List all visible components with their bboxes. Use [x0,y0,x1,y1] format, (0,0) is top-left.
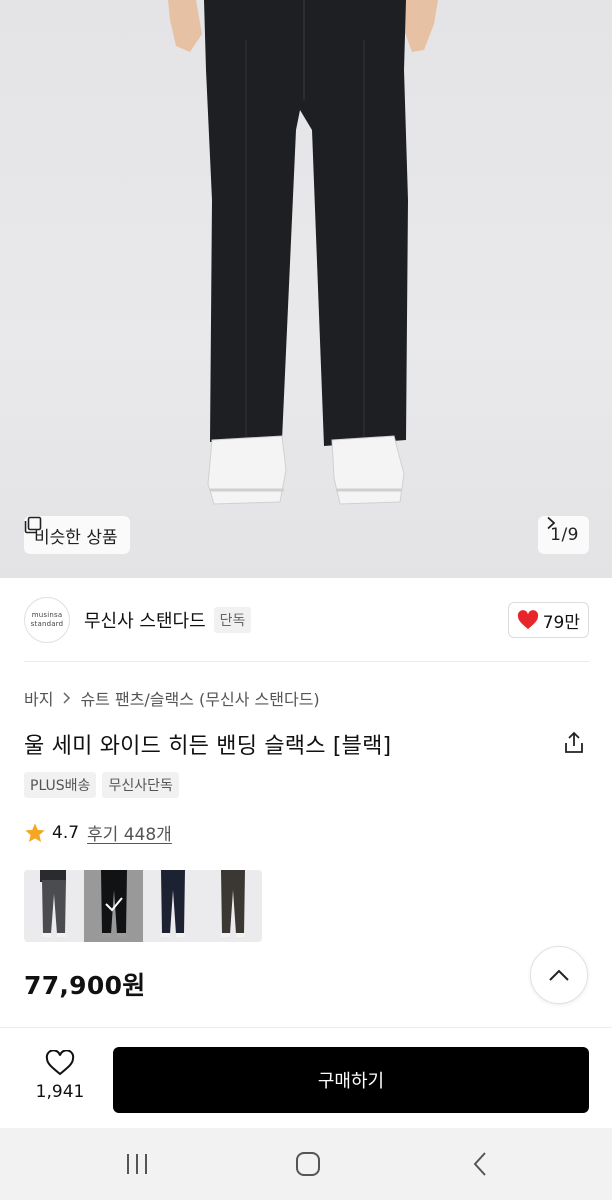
color-option-navy[interactable] [143,870,203,942]
brand-like-count: 79만 [542,612,580,633]
breadcrumb: 바지 슈트 팬츠/슬랙스 (무신사 스탠다드) [24,686,320,710]
buy-button[interactable]: 구매하기 [113,1047,589,1113]
exclusive-tag: 무신사단독 [102,772,179,798]
wishlist-count: 1,941 [35,1082,85,1102]
swatch-image [40,870,66,937]
color-option-dark-brown[interactable] [202,870,262,942]
wishlist-button[interactable]: 1,941 [30,1050,90,1102]
swatch-image [161,870,185,937]
brand-row: musinsa standard 무신사 스탠다드 단독 79만 [24,594,589,646]
color-option-black[interactable] [83,870,143,942]
brand-name[interactable]: 무신사 스탠다드 [84,607,206,633]
product-photo [168,0,438,505]
color-options [24,870,262,942]
rating-score: 4.7 [52,822,80,843]
review-count-link[interactable]: 후기 448개 [87,820,172,845]
star-icon [25,822,45,842]
brand-logo-text-2: standard [30,620,64,628]
home-button[interactable] [294,1150,322,1178]
heart-outline-icon [45,1050,75,1076]
brand-like-button[interactable]: 79만 [507,602,589,638]
back-icon [473,1152,486,1176]
system-navigation-bar [0,1128,612,1200]
chevron-right-icon [63,692,71,704]
exclusive-badge: 단독 [213,607,252,633]
bottom-action-bar: 1,941 구매하기 [0,1027,612,1127]
color-option-charcoal[interactable] [24,870,84,942]
similar-products-button[interactable]: 비슷한 상품 [24,516,130,554]
product-tags: PLUS배송 무신사단독 [24,772,179,798]
image-counter-button[interactable]: 1/9 [538,516,589,554]
breadcrumb-item[interactable]: 바지 [24,686,53,710]
scroll-to-top-button[interactable] [530,946,588,1004]
check-icon [104,897,123,912]
brand-logo-text-1: musinsa [31,611,63,619]
share-icon[interactable] [563,731,585,755]
product-image[interactable]: 비슷한 상품 1/9 [0,0,612,578]
swatch-image [220,870,245,937]
home-icon [296,1152,320,1176]
product-price: 77,900원 [24,971,146,1000]
chevron-right-icon [547,516,556,530]
copy-icon [24,516,42,534]
rating[interactable]: 4.7 후기 448개 [24,820,172,845]
product-title: 울 세미 와이드 히든 밴딩 슬랙스 [블랙] [24,734,392,759]
recent-apps-button[interactable] [123,1150,151,1178]
similar-products-label: 비슷한 상품 [34,527,118,548]
heart-icon [517,610,538,630]
recent-apps-icon [127,1154,147,1174]
plus-delivery-tag: PLUS배송 [24,772,97,798]
breadcrumb-item[interactable]: 슈트 팬츠/슬랙스 (무신사 스탠다드) [80,686,319,710]
chevron-up-icon [549,969,569,981]
brand-logo[interactable]: musinsa standard [24,597,70,643]
divider [24,661,589,662]
back-button[interactable] [466,1150,494,1178]
